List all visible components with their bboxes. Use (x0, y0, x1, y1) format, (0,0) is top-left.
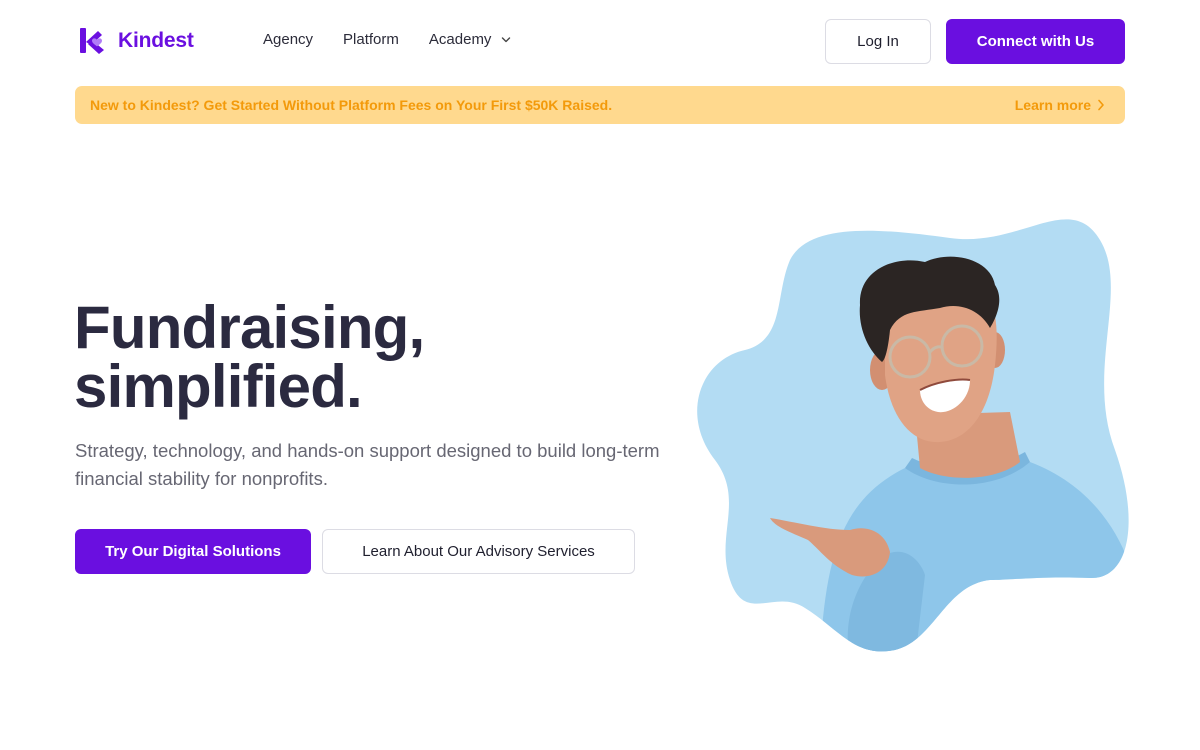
announcement-text: New to Kindest? Get Started Without Plat… (90, 97, 613, 113)
try-digital-solutions-button[interactable]: Try Our Digital Solutions (75, 529, 311, 574)
brand-logo[interactable]: Kindest (78, 26, 194, 56)
advisory-services-button[interactable]: Learn About Our Advisory Services (322, 529, 635, 574)
login-button[interactable]: Log In (825, 19, 931, 64)
brand-name: Kindest (118, 29, 194, 52)
chevron-right-icon (1098, 99, 1104, 111)
learn-more-link[interactable]: Learn more (1015, 97, 1105, 113)
nav-academy[interactable]: Academy (429, 31, 512, 48)
hero-photo (697, 219, 1129, 652)
site-header: Kindest Agency Platform Academy Log In C… (0, 0, 1200, 84)
kindest-logo-icon (80, 28, 104, 54)
nav-platform[interactable]: Platform (343, 31, 399, 48)
hero-subtitle: Strategy, technology, and hands-on suppo… (75, 440, 660, 489)
nav-academy-label: Academy (428, 31, 492, 48)
hero-title-line1: Fundraising, (74, 294, 425, 361)
nav-agency[interactable]: Agency (263, 31, 313, 48)
connect-button[interactable]: Connect with Us (946, 19, 1125, 64)
main-nav: Agency Platform Academy (263, 31, 541, 48)
hero-title-line2: simplified. (74, 353, 363, 420)
chevron-down-icon (502, 36, 511, 42)
learn-more-label: Learn more (1014, 97, 1091, 113)
hero-title: Fundraising, simplified. (74, 294, 674, 420)
nav-agency-label: Agency (263, 31, 314, 48)
announcement-banner: New to Kindest? Get Started Without Plat… (75, 86, 1125, 124)
nav-platform-label: Platform (343, 31, 399, 48)
